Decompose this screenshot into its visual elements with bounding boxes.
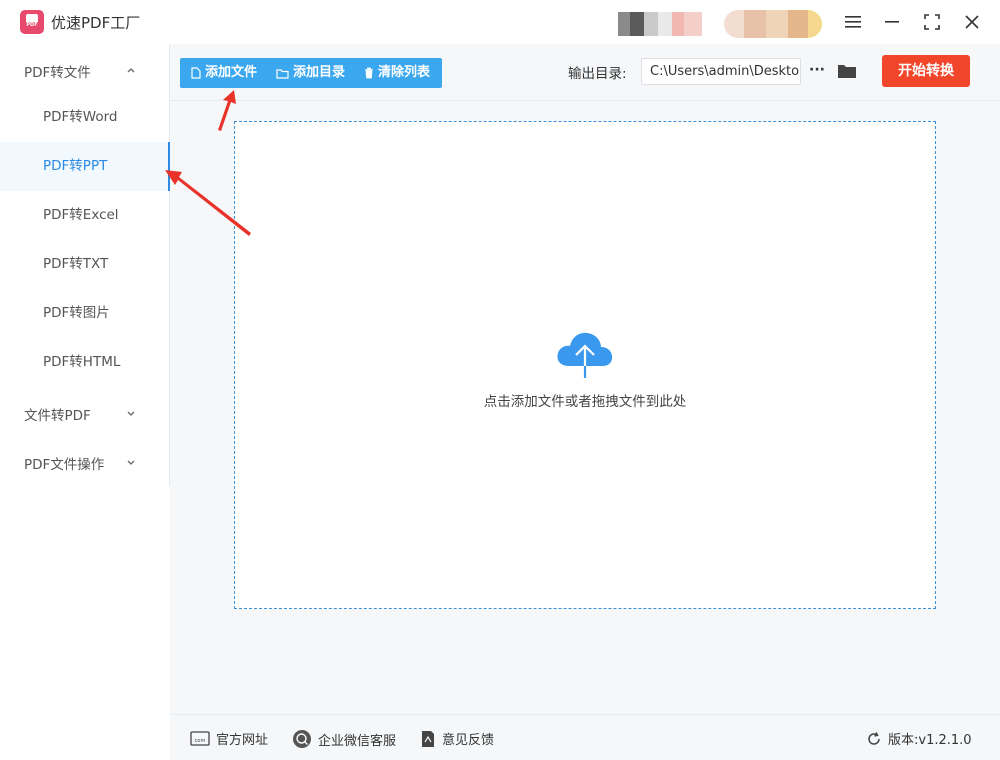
- blurred-user-avatar[interactable]: [724, 10, 822, 38]
- blurred-user-info: [618, 12, 702, 36]
- add-file-label: 添加文件: [205, 65, 258, 80]
- cloud-upload-icon: [557, 332, 613, 378]
- close-icon[interactable]: [960, 10, 984, 34]
- folder-outline-icon: [276, 68, 289, 79]
- maximize-icon[interactable]: [920, 10, 944, 34]
- add-folder-label: 添加目录: [293, 65, 346, 80]
- add-file-button[interactable]: 添加文件: [191, 58, 257, 88]
- chevron-up-icon[interactable]: [126, 65, 136, 75]
- app-logo-text: PDF: [23, 22, 41, 29]
- feedback-label: 意见反馈: [442, 733, 495, 748]
- sidebar-item-pdf-to-image[interactable]: PDF转图片: [0, 289, 170, 338]
- wechat-icon: [293, 730, 311, 748]
- svg-text:com: com: [195, 738, 206, 744]
- trash-icon: [365, 67, 373, 79]
- browse-more-button[interactable]: ···: [807, 58, 827, 85]
- version-info[interactable]: 版本:v1.2.1.0: [866, 729, 972, 748]
- version-label: 版本:v1.2.1.0: [888, 733, 972, 748]
- refresh-icon: [868, 731, 880, 745]
- sidebar-item-pdf-to-txt[interactable]: PDF转TXT: [0, 240, 170, 289]
- sidebar-group-pdf-to-file[interactable]: PDF转文件: [24, 61, 91, 81]
- website-link[interactable]: com 官方网址: [190, 729, 268, 748]
- sidebar-group-file-to-pdf[interactable]: 文件转PDF: [24, 404, 91, 424]
- minimize-icon[interactable]: [880, 10, 904, 34]
- sidebar-item-pdf-to-excel[interactable]: PDF转Excel: [0, 191, 170, 240]
- app-logo-icon: PDF: [20, 10, 44, 34]
- wechat-label: 企业微信客服: [318, 733, 397, 749]
- drop-zone-hint: 点击添加文件或者拖拽文件到此处: [483, 394, 687, 410]
- sidebar-item-pdf-to-ppt[interactable]: PDF转PPT: [0, 142, 170, 191]
- sidebar-item-pdf-to-html[interactable]: PDF转HTML: [0, 338, 170, 387]
- start-convert-button[interactable]: 开始转换: [882, 55, 970, 87]
- website-label: 官方网址: [216, 733, 269, 748]
- file-drop-zone[interactable]: 点击添加文件或者拖拽文件到此处: [234, 121, 936, 609]
- clear-list-button[interactable]: 清除列表: [364, 58, 430, 88]
- sidebar: PDF转文件 PDF转Word PDF转PPT PDF转Excel PDF转TX…: [0, 44, 170, 486]
- output-dir-label: 输出目录:: [568, 66, 627, 82]
- menu-icon[interactable]: [841, 10, 865, 34]
- footer-bar: com 官方网址 企业微信客服 意见反馈 版本:v1.2.1.0: [170, 714, 1000, 760]
- sidebar-group-pdf-operations[interactable]: PDF文件操作: [24, 453, 104, 473]
- chevron-down-icon[interactable]: [126, 408, 136, 418]
- website-icon: com: [190, 730, 210, 746]
- feedback-icon: [422, 730, 434, 747]
- clear-list-label: 清除列表: [378, 65, 431, 80]
- output-dir-field[interactable]: C:\Users\admin\Desktop: [641, 58, 801, 85]
- title-bar: PDF 优速PDF工厂: [0, 0, 1000, 44]
- toolbar: 添加文件 添加目录 清除列表 输出目录: C:\Users\admin\Desk…: [170, 44, 1000, 101]
- add-folder-button[interactable]: 添加目录: [276, 58, 345, 88]
- wechat-support-link[interactable]: 企业微信客服: [292, 729, 396, 749]
- file-actions-group: 添加文件 添加目录 清除列表: [180, 58, 442, 88]
- chevron-down-icon[interactable]: [126, 457, 136, 467]
- sidebar-item-pdf-to-word[interactable]: PDF转Word: [0, 93, 170, 142]
- main-panel: 添加文件 添加目录 清除列表 输出目录: C:\Users\admin\Desk…: [170, 44, 1000, 760]
- feedback-link[interactable]: 意见反馈: [420, 729, 494, 748]
- app-title: 优速PDF工厂: [51, 14, 141, 32]
- folder-icon[interactable]: [837, 62, 857, 80]
- file-icon: [191, 67, 201, 79]
